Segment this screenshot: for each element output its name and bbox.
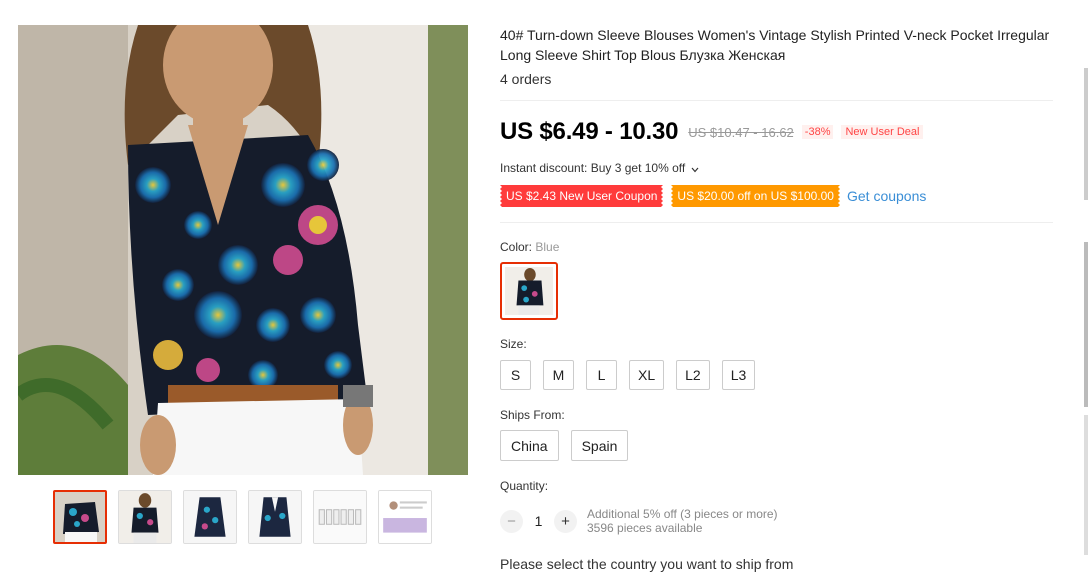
size-option-l3[interactable]: L3 [721, 360, 756, 390]
original-price: US $10.47 - 16.62 [688, 124, 794, 140]
current-price: US $6.49 - 10.30 [500, 118, 679, 145]
size-label: Size: [500, 337, 527, 351]
size-options: S M L XL L2 L3 [500, 360, 756, 390]
size-option-xl[interactable]: XL [629, 360, 665, 390]
product-photo [18, 25, 468, 475]
discount-badge: -38% [801, 125, 834, 139]
product-info: 40# Turn-down Sleeve Blouses Women's Vin… [500, 25, 1055, 87]
side-panel-edge [1084, 242, 1088, 407]
shipping-country-notice: Please select the country you want to sh… [500, 556, 794, 572]
thumbnail-strip [53, 490, 432, 544]
bulk-discount-note: Additional 5% off (3 pieces or more) [587, 507, 778, 521]
color-option-blue[interactable] [500, 262, 558, 320]
product-title: 40# Turn-down Sleeve Blouses Women's Vin… [500, 27, 1050, 63]
quantity-minus-button[interactable]: − [500, 509, 523, 533]
divider [500, 222, 1053, 223]
quantity-plus-button[interactable]: + [554, 509, 577, 533]
thumbnail-1[interactable] [53, 490, 107, 544]
thumbnail-6[interactable] [378, 490, 432, 544]
order-count: 4 orders [500, 71, 552, 87]
size-option-l[interactable]: L [586, 360, 617, 390]
color-label: Color: Blue [500, 240, 559, 254]
quantity-value[interactable]: 1 [523, 513, 554, 529]
size-option-s[interactable]: S [500, 360, 531, 390]
color-label-text: Color: [500, 240, 533, 254]
ships-from-spain[interactable]: Spain [570, 430, 629, 461]
chevron-down-icon [691, 162, 699, 176]
quantity-label: Quantity: [500, 479, 549, 493]
side-panel-edge [1084, 415, 1088, 555]
ships-from-china[interactable]: China [500, 430, 559, 461]
thumbnail-3[interactable] [183, 490, 237, 544]
instant-discount-text: Instant discount: Buy 3 get 10% off [500, 161, 686, 175]
ships-from-label: Ships From: [500, 408, 565, 422]
quantity-info: Additional 5% off (3 pieces or more) 359… [587, 507, 778, 535]
selected-color: Blue [535, 240, 560, 254]
thumbnail-2[interactable] [118, 490, 172, 544]
stock-available: 3596 pieces available [587, 521, 703, 535]
thumbnail-5[interactable] [313, 490, 367, 544]
coupon-row: US $2.43 New User Coupon US $20.00 off o… [500, 185, 926, 207]
ships-from-options: China Spain [500, 430, 629, 461]
price-row: US $6.49 - 10.30 US $10.47 - 16.62 -38% … [500, 118, 924, 146]
side-panel-edge [1084, 68, 1088, 200]
quantity-stepper: − 1 + Additional 5% off (3 pieces or mor… [500, 507, 778, 535]
store-coupon[interactable]: US $20.00 off on US $100.00 [671, 185, 840, 207]
size-option-l2[interactable]: L2 [676, 360, 710, 390]
get-coupons-link[interactable]: Get coupons [847, 188, 926, 204]
new-user-deal-badge: New User Deal [841, 125, 924, 139]
thumbnail-4[interactable] [248, 490, 302, 544]
instant-discount-toggle[interactable]: Instant discount: Buy 3 get 10% off [500, 161, 699, 176]
size-option-m[interactable]: M [543, 360, 574, 390]
new-user-coupon[interactable]: US $2.43 New User Coupon [500, 185, 664, 207]
divider [500, 100, 1053, 101]
main-product-image[interactable] [18, 25, 468, 475]
color-swatch-image [505, 267, 553, 315]
